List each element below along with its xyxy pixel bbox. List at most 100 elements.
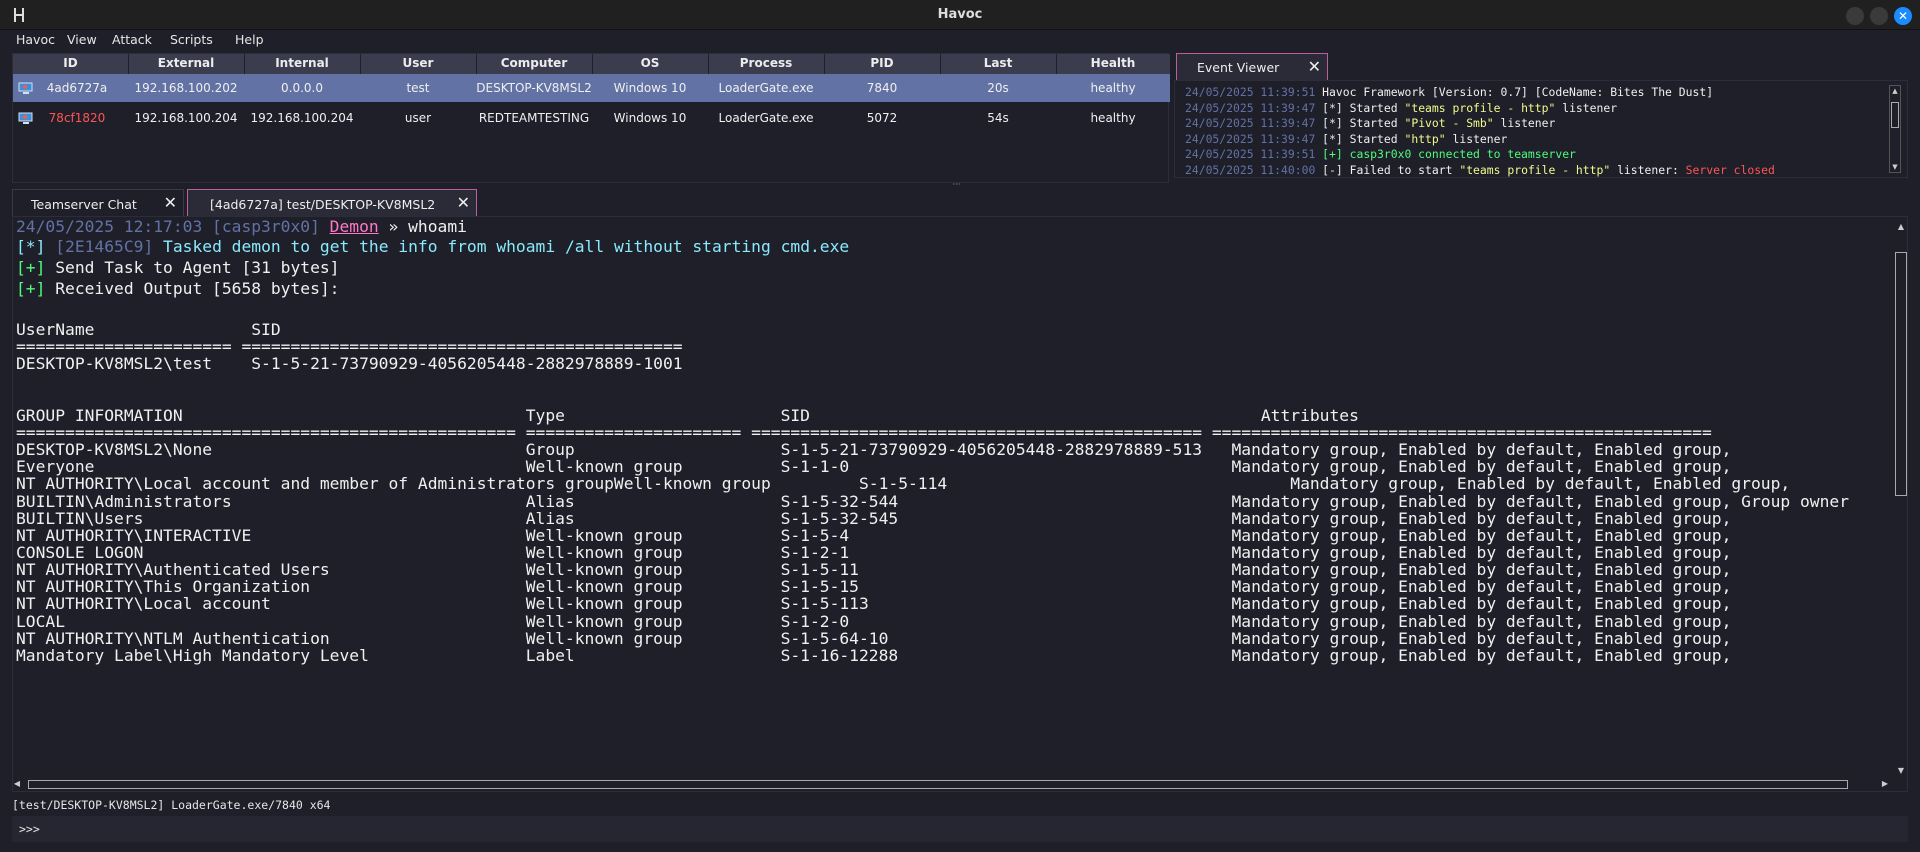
session-computer: REDTEAMTESTING [478,111,590,125]
session-health: healthy [1090,81,1136,95]
col-internal[interactable]: Internal [244,56,360,70]
col-id[interactable]: ID [13,56,128,70]
session-table: ID External Internal User Computer OS Pr… [12,53,1170,183]
session-id: 4ad6727a [46,81,108,95]
session-row[interactable]: 4ad6727a 192.168.100.202 0.0.0.0 test DE… [13,74,1170,102]
session-health: healthy [1090,111,1136,125]
event-timestamp: 24/05/2025 11:39:51 [1185,85,1316,99]
col-pid[interactable]: PID [824,56,940,70]
event-text: [-] [1322,162,1343,177]
event-text: Started [1342,100,1405,115]
event-timestamp: 24/05/2025 11:39:47 [1185,116,1316,130]
event-text: [+] [1322,147,1343,161]
session-internal: 0.0.0.0 [281,81,323,95]
console-task-line: [*] [2E1465C9] Tasked demon to get the i… [16,237,850,256]
event-log-line: 24/05/2025 11:39:47 [*] Started "http" l… [1185,132,1507,146]
scrollbar-thumb[interactable] [1895,252,1907,496]
tab-teamserver-chat[interactable]: Teamserver Chat ✕ [12,189,184,216]
event-timestamp: 24/05/2025 11:39:47 [1185,131,1316,146]
title-bar: Havoc ✕ [0,0,1920,30]
session-row[interactable]: 78cf1820 192.168.100.204 192.168.100.204… [13,104,1170,132]
computer-icon [17,111,35,125]
session-user: test [406,81,430,95]
session-user: user [404,111,432,125]
scroll-down-icon[interactable]: ▼ [1895,766,1907,776]
scrollbar-thumb[interactable] [28,780,1848,789]
console-output-line: DESKTOP-KV8MSL2\test S-1-5-21-73790929-4… [16,354,683,374]
tab-event-viewer[interactable]: Event Viewer ✕ [1176,53,1328,80]
event-text: Havoc Framework [Version: 0.7] [CodeName… [1322,85,1714,99]
event-text: listener [1445,131,1508,146]
col-external[interactable]: External [128,56,244,70]
demon-console: 24/05/2025 12:17:03 [casp3r0x0] Demon » … [12,216,1908,792]
close-icon[interactable]: ✕ [164,193,177,212]
menu-help[interactable]: Help [235,32,264,47]
scroll-up-icon[interactable]: ▲ [1895,222,1907,232]
close-window-button[interactable]: ✕ [1894,7,1912,25]
scroll-up-icon[interactable]: ▲ [1891,87,1899,95]
session-external: 192.168.100.204 [134,111,238,125]
maximize-button[interactable] [1870,7,1888,25]
command-input[interactable] [52,819,1892,839]
event-viewer-tab-label: Event Viewer [1197,60,1280,75]
event-viewer-scrollbar[interactable]: ▲ ▼ [1889,85,1901,173]
scroll-right-icon[interactable]: ▶ [1880,779,1890,789]
event-text: "Pivot - Smb" [1404,116,1494,130]
scroll-left-icon[interactable]: ◀ [12,779,22,789]
console-command-line: 24/05/2025 12:17:03 [casp3r0x0] Demon » … [16,217,467,236]
col-user[interactable]: User [360,56,476,70]
close-icon[interactable]: ✕ [457,193,470,212]
col-last[interactable]: Last [940,56,1056,70]
session-last: 54s [987,111,1009,125]
event-text: [*] [1322,131,1343,146]
col-os[interactable]: OS [592,56,708,70]
event-text: [*] [1322,100,1343,115]
console-horizontal-scrollbar[interactable]: ◀ ▶ [12,779,1896,791]
col-process[interactable]: Process [708,56,824,70]
session-computer: DESKTOP-KV8MSL2 [476,81,592,95]
menu-attack[interactable]: Attack [112,32,152,47]
session-status-bar: [test/DESKTOP-KV8MSL2] LoaderGate.exe/78… [12,798,331,812]
menu-bar: Havoc View Attack Scripts Help [0,30,1920,50]
window-title: Havoc [937,7,983,22]
col-computer[interactable]: Computer [476,56,592,70]
scroll-down-icon[interactable]: ▼ [1891,163,1899,171]
session-pid: 5072 [866,111,898,125]
console-sent-line: [+] Send Task to Agent [31 bytes] [16,258,340,277]
event-timestamp: 24/05/2025 11:39:51 [1185,147,1316,161]
session-external: 192.168.100.202 [134,81,238,95]
event-text: Started [1342,131,1405,146]
menu-scripts[interactable]: Scripts [170,32,213,47]
event-log-line: 24/05/2025 11:40:00 [-] Failed to start … [1185,163,1775,177]
menu-view[interactable]: View [67,32,97,47]
splitter-handle[interactable]: ····· [952,181,970,189]
event-log-line: 24/05/2025 11:39:47 [*] Started "Pivot -… [1185,116,1555,130]
event-text: "teams profile - http" [1404,100,1556,115]
session-id: 78cf1820 [48,111,106,125]
event-text: [*] [1322,116,1343,130]
close-icon[interactable]: ✕ [1308,57,1321,76]
tab-demon-session[interactable]: [4ad6727a] test/DESKTOP-KV8MSL2 ✕ [187,189,477,216]
input-prompt: >>> [19,822,40,836]
minimize-button[interactable] [1846,7,1864,25]
console-vertical-scrollbar[interactable]: ▲ ▼ [1894,222,1908,782]
event-text: casp3r0x0 connected to teamserver [1342,147,1576,161]
console-output-line: Mandatory Label\High Mandatory Level Lab… [16,645,1732,665]
event-text: "teams profile - http" [1459,162,1611,177]
session-os: Windows 10 [613,81,687,95]
command-input-bar: >>> [12,816,1908,842]
menu-havoc[interactable]: Havoc [16,32,55,47]
event-text: listener: [1610,162,1686,177]
event-timestamp: 24/05/2025 11:39:47 [1185,100,1316,115]
event-log-line: 24/05/2025 11:39:51 [+] casp3r0x0 connec… [1185,147,1576,161]
event-text: listener [1555,100,1618,115]
scrollbar-thumb[interactable] [1891,102,1899,128]
event-text: "http" [1404,131,1446,146]
command-text: whoami [408,217,467,236]
tab-label: Teamserver Chat [31,197,137,212]
console-received-line: [+] Received Output [5658 bytes]: [16,279,340,298]
session-internal: 192.168.100.204 [250,111,354,125]
event-text: Started [1342,116,1405,130]
col-health[interactable]: Health [1056,56,1170,70]
session-last: 20s [987,81,1009,95]
